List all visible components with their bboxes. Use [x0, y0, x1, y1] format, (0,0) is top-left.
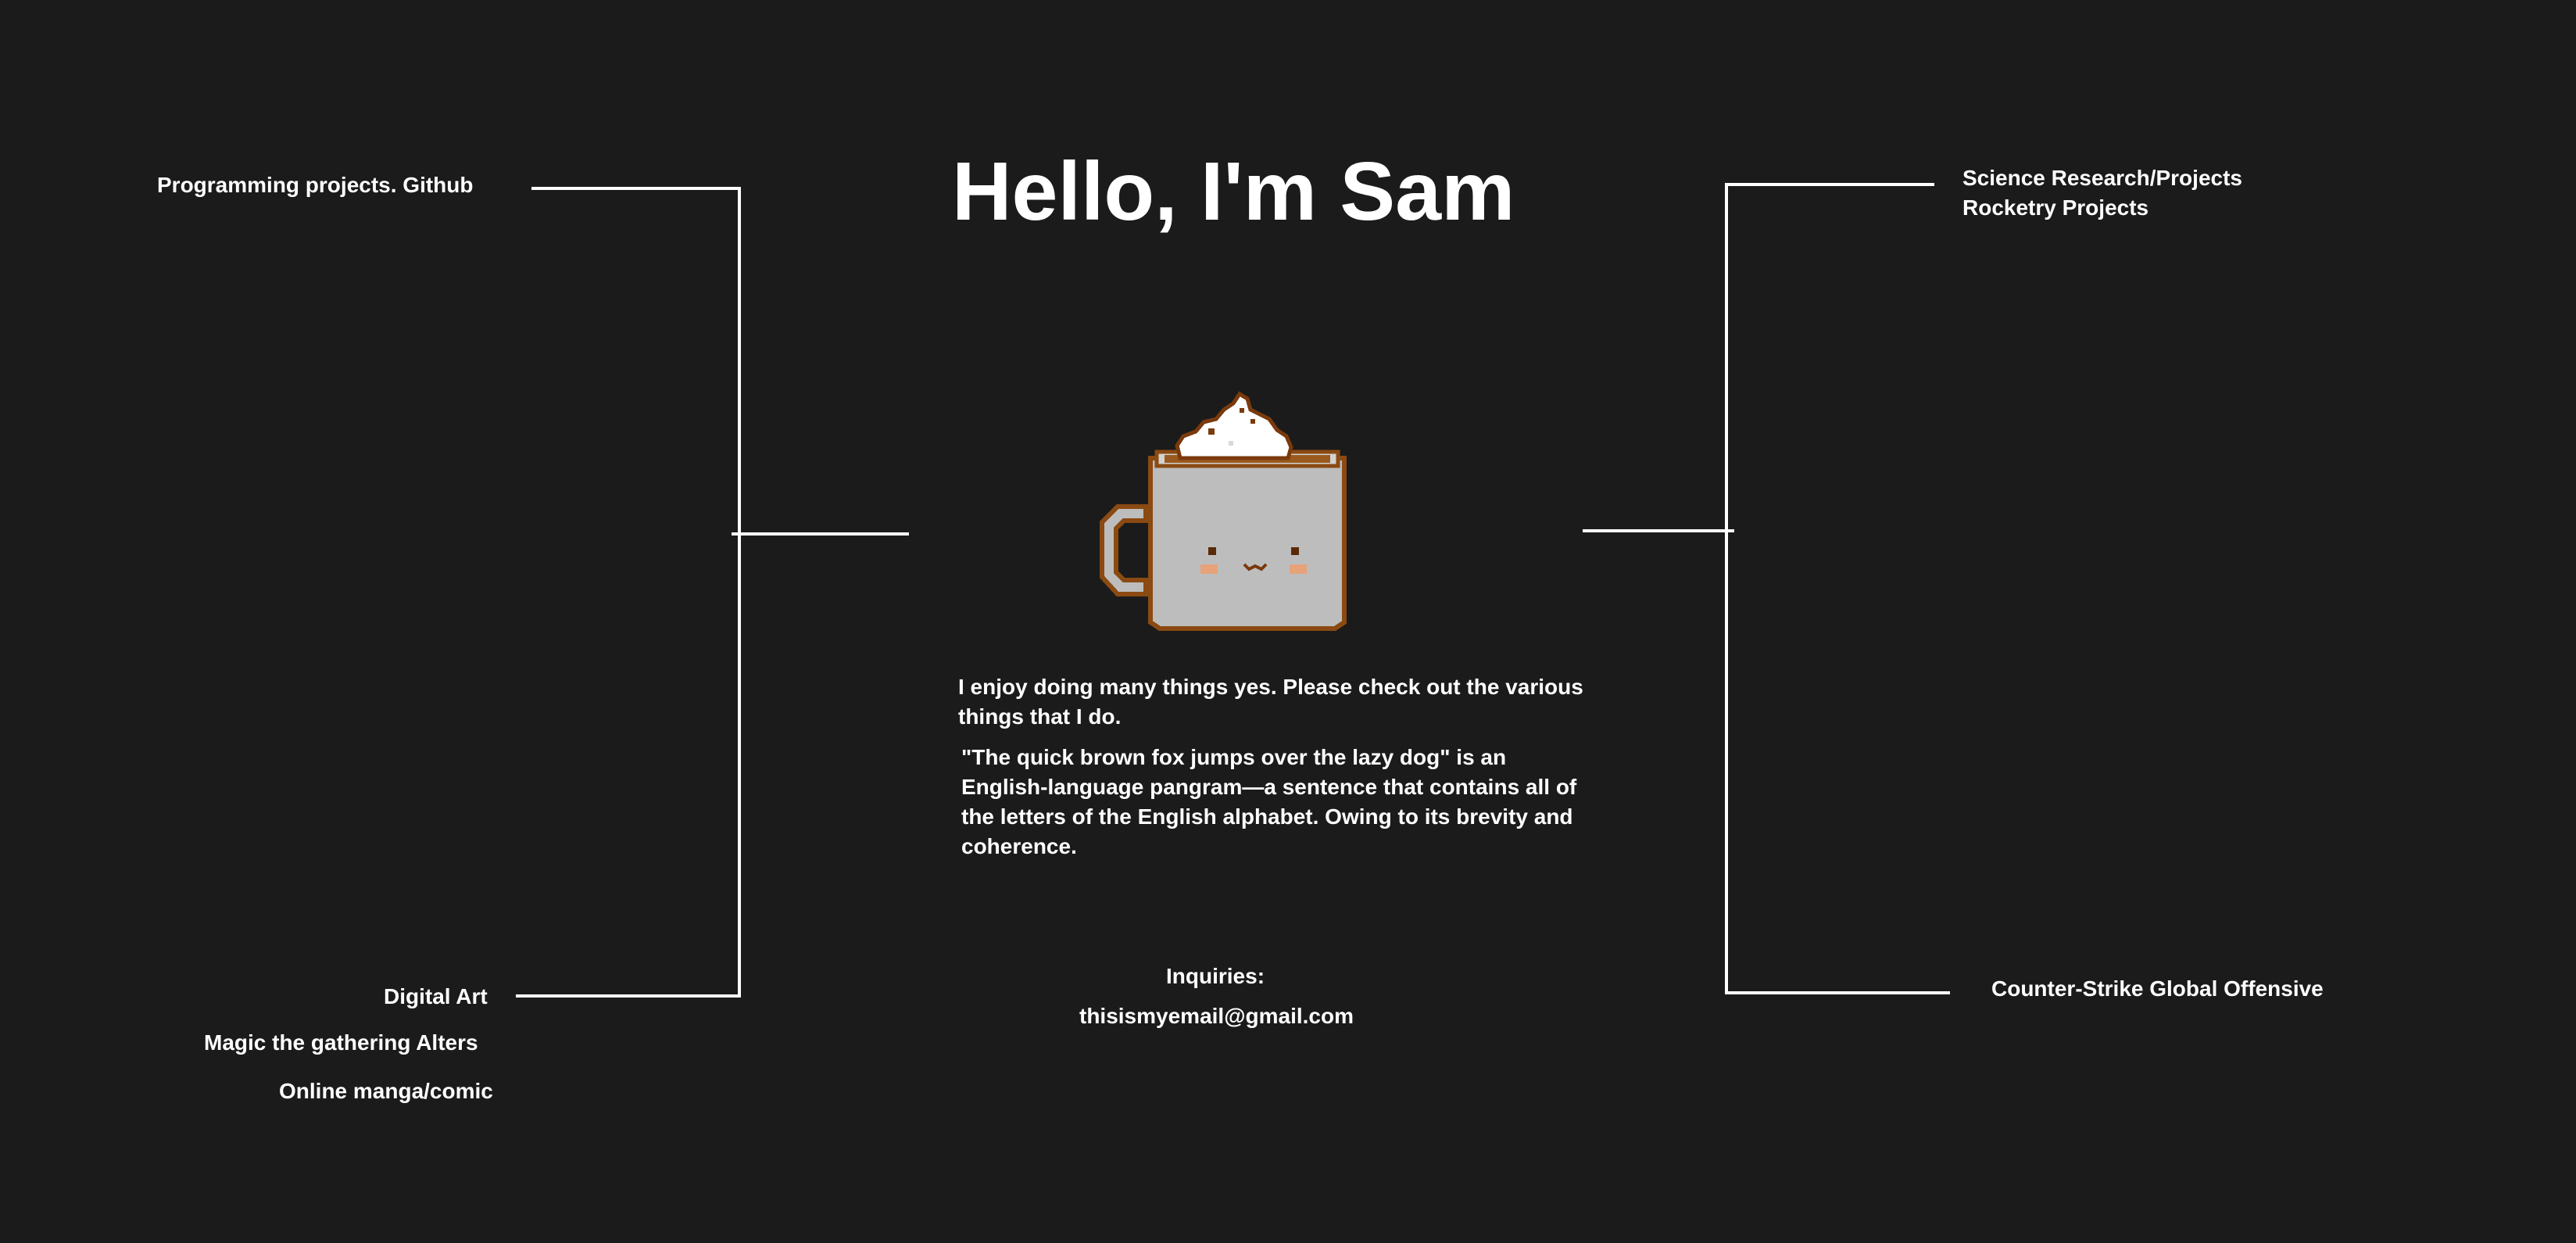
digital-art-link[interactable]: Digital Art [384, 982, 488, 1012]
mug-left-blush [1200, 564, 1218, 574]
intro-text: I enjoy doing many things yes. Please ch… [958, 675, 1583, 729]
csgo-link[interactable]: Counter-Strike Global Offensive [1991, 974, 2324, 1004]
pangram-text: "The quick brown fox jumps over the lazy… [961, 745, 1577, 858]
left-bottom-connector [516, 534, 741, 998]
rocketry-projects-link[interactable]: Rocketry Projects [1962, 193, 2148, 223]
mug-left-eye [1208, 547, 1216, 555]
online-manga-link[interactable]: Online manga/comic [279, 1076, 493, 1106]
mug-body [1148, 456, 1347, 631]
science-research-link[interactable]: Science Research/Projects [1962, 163, 2242, 193]
mug-right-blush [1290, 564, 1307, 574]
mug-handle [1100, 504, 1148, 596]
whipped-cream [1175, 391, 1293, 460]
right-bottom-connector [1725, 531, 1950, 994]
mtg-alters-link[interactable]: Magic the gathering Alters [204, 1028, 478, 1058]
email-link[interactable]: thisismyemail@gmail.com [1079, 1001, 1354, 1031]
mug-right-eye [1291, 547, 1299, 555]
programming-projects-link[interactable]: Programming projects. Github [157, 170, 473, 200]
inquiries-label: Inquiries: [1166, 964, 1265, 988]
left-top-connector [531, 187, 741, 534]
coffee-mug-icon [1100, 391, 1347, 631]
page-title: Hello, I'm Sam [952, 145, 1515, 238]
right-top-connector [1725, 183, 1934, 531]
